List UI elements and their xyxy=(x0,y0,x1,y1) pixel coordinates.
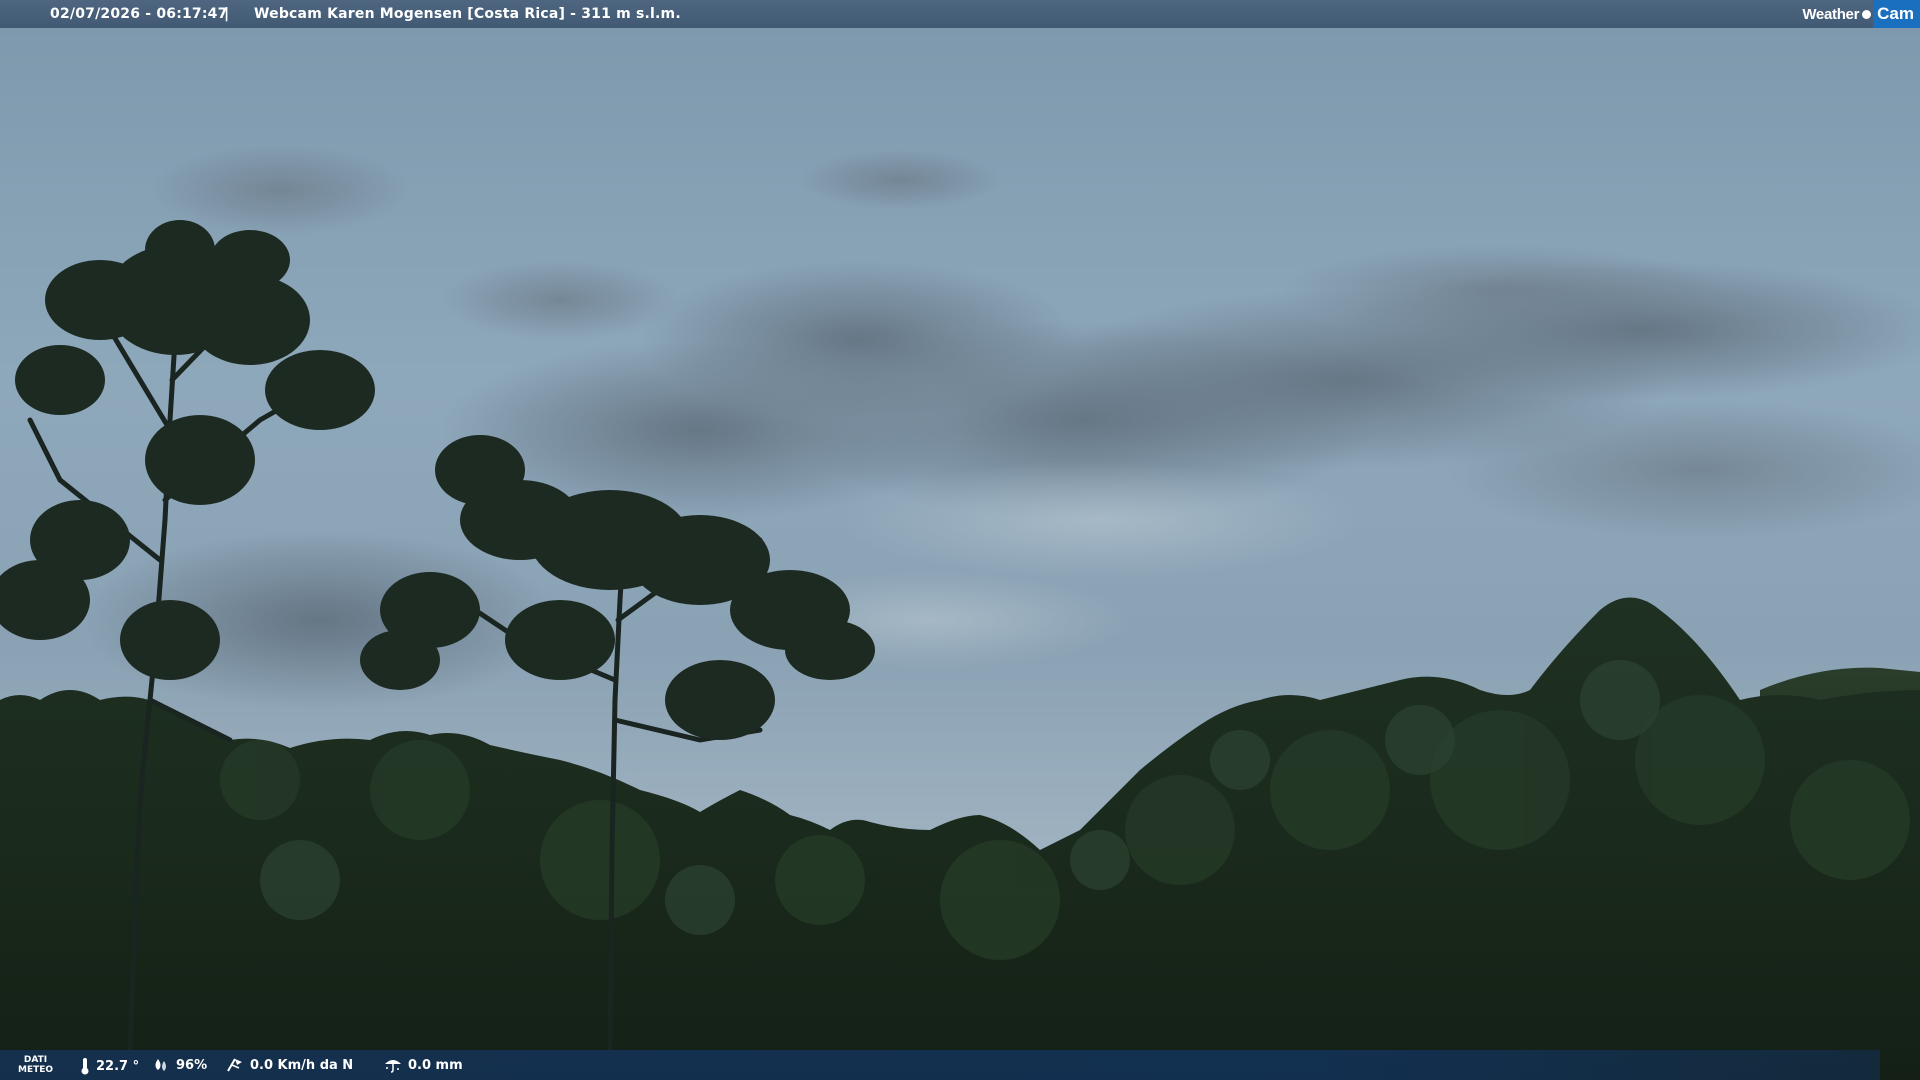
weather-label-line2: METEO xyxy=(18,1065,54,1075)
weather-label: DATI METEO xyxy=(18,1055,53,1075)
thermometer-icon xyxy=(81,1058,89,1075)
timestamp: 02/07/2026 - 06:17:47 xyxy=(50,6,228,22)
weather-data-bar: DATI METEO 22.7 ° 96% 0.0 Km/h da N 0.0 … xyxy=(0,1050,1880,1080)
weathercam-logo: Weather Cam xyxy=(1802,0,1920,28)
temperature-reading: 22.7 ° xyxy=(80,1057,139,1075)
webcam-image xyxy=(0,0,1920,1080)
wind-value: 0.0 Km/h da N xyxy=(250,1057,354,1073)
separator: | xyxy=(224,6,230,22)
humidity-value: 96% xyxy=(176,1057,208,1073)
webcam-frame: 02/07/2026 - 06:17:47 | Webcam Karen Mog… xyxy=(0,0,1920,1080)
weather-label-line1: DATI xyxy=(23,1055,48,1065)
rain-reading: 0.0 mm xyxy=(384,1057,463,1073)
humidity-icon xyxy=(155,1059,166,1071)
humidity-reading: 96% xyxy=(152,1057,207,1073)
wind-icon xyxy=(227,1058,242,1072)
top-overlay-bar: 02/07/2026 - 06:17:47 | Webcam Karen Mog… xyxy=(0,0,1920,28)
rain-icon xyxy=(385,1060,401,1073)
webcam-title: Webcam Karen Mogensen [Costa Rica] - 311… xyxy=(254,6,681,22)
rain-value: 0.0 mm xyxy=(408,1057,463,1073)
logo-weather-text: Weather xyxy=(1802,5,1860,23)
logo-cam-text: Cam xyxy=(1873,0,1920,28)
temperature-value: 22.7 ° xyxy=(96,1058,140,1074)
logo-dot-icon xyxy=(1862,9,1872,19)
wind-reading: 0.0 Km/h da N xyxy=(226,1057,353,1073)
